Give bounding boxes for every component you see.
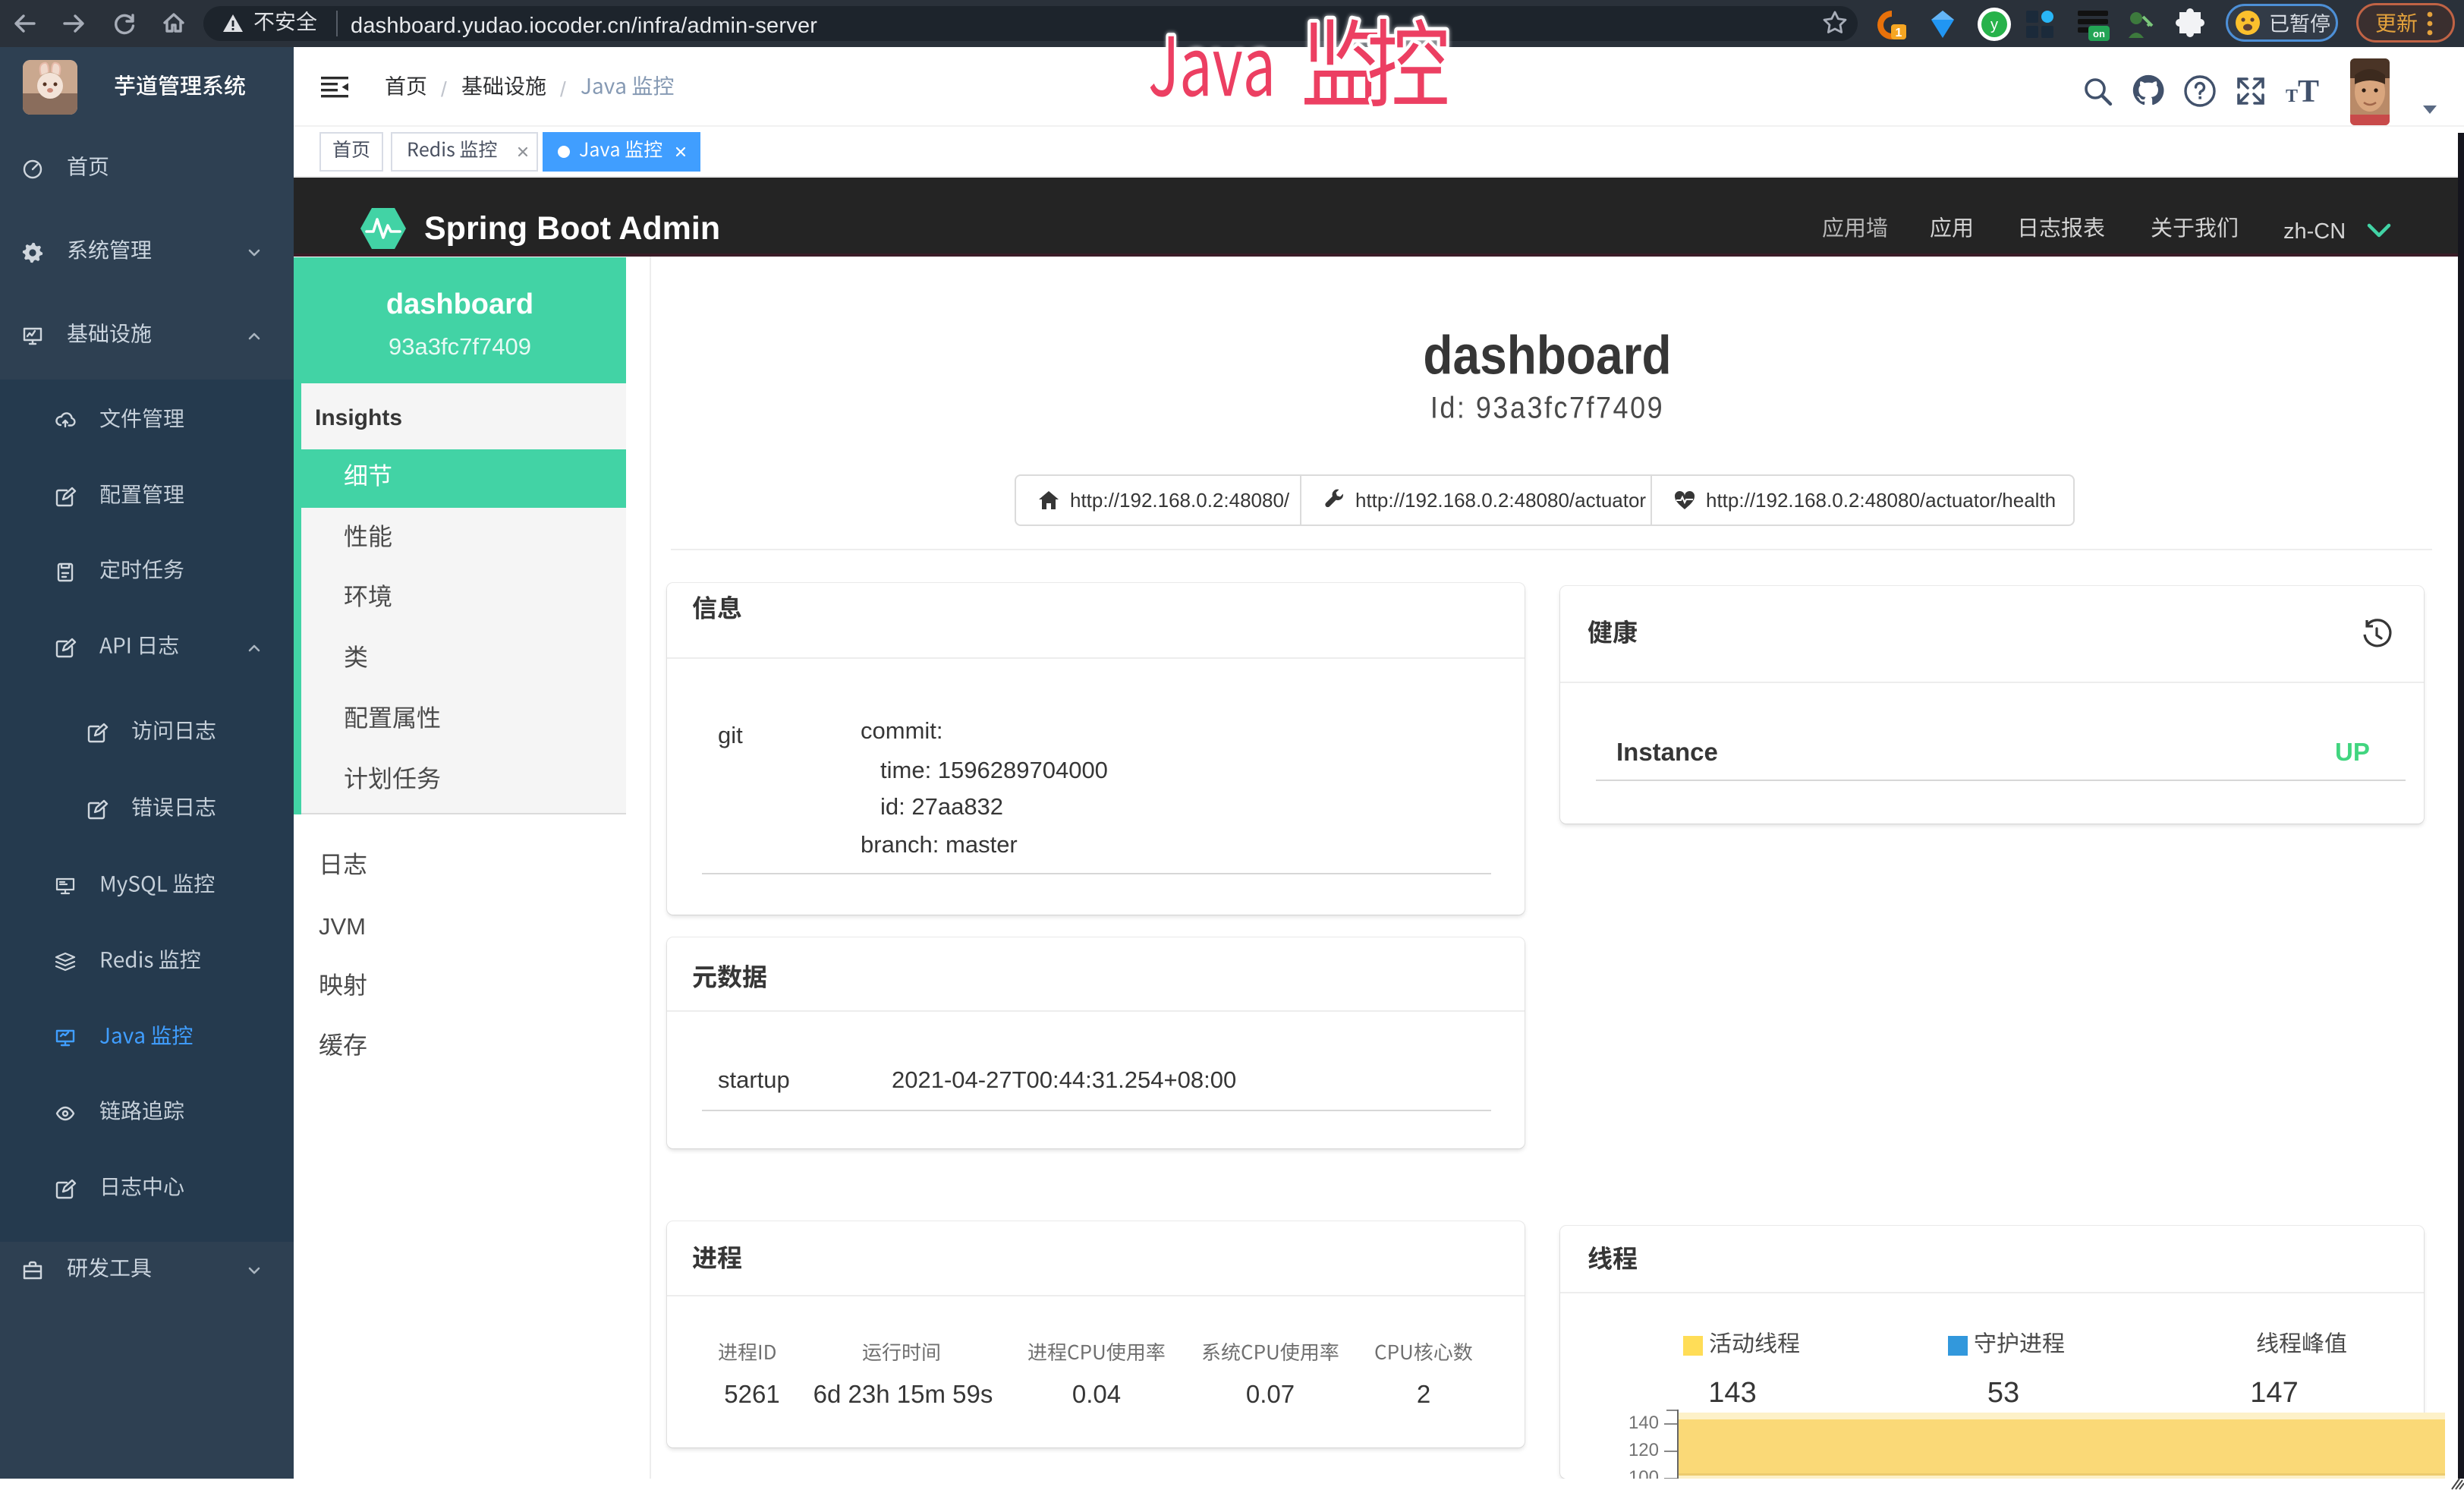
svg-text:on: on: [2093, 28, 2105, 39]
svg-text:T: T: [2298, 74, 2319, 109]
svg-text:1: 1: [1896, 27, 1902, 39]
svg-text:T: T: [2286, 87, 2298, 106]
svg-text:y: y: [1990, 17, 1998, 33]
